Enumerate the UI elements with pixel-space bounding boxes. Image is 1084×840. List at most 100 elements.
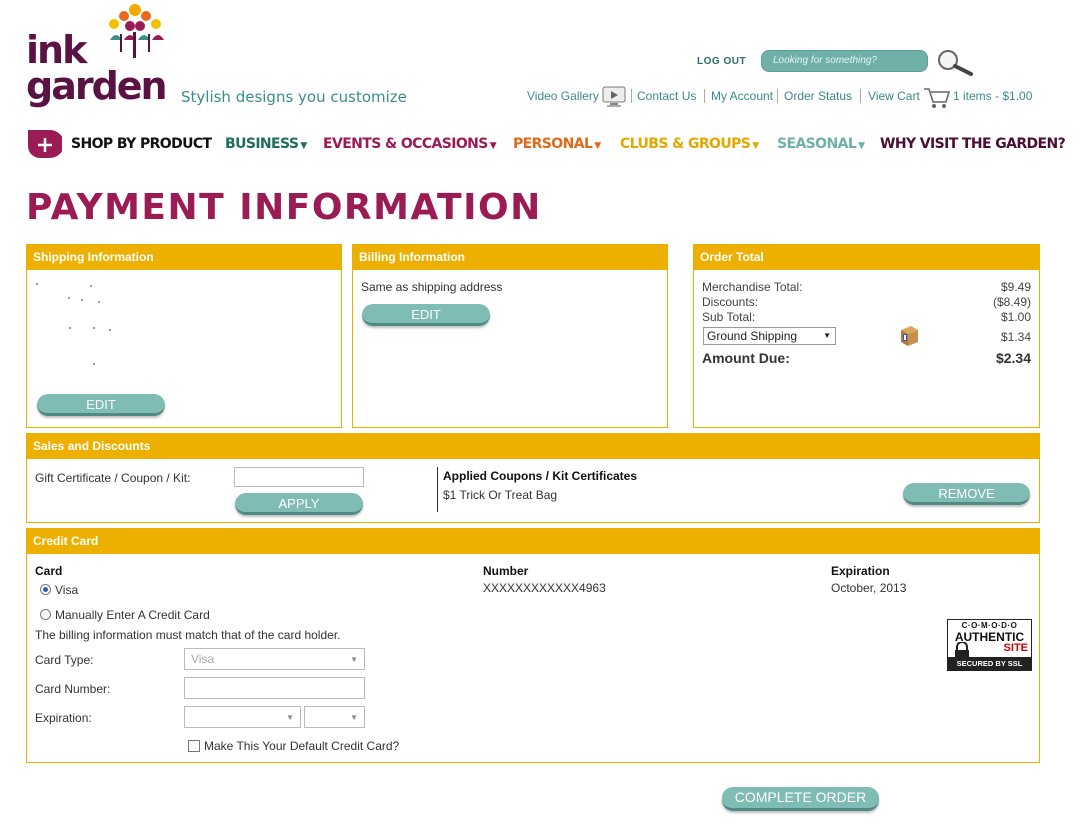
caret-down-icon: ▼ bbox=[858, 141, 865, 151]
shipping-method-value: Ground Shipping bbox=[707, 329, 798, 343]
card-number-input[interactable] bbox=[184, 677, 365, 699]
contact-us-link[interactable]: Contact Us bbox=[637, 89, 696, 103]
merchandise-total-row: Merchandise Total: $9.49 bbox=[702, 280, 1031, 294]
shipping-method-select[interactable]: Ground Shipping ▼ bbox=[703, 327, 836, 345]
nav-personal-label: PERSONAL bbox=[513, 136, 593, 152]
caret-down-icon: ▼ bbox=[300, 141, 307, 151]
link-divider bbox=[777, 89, 778, 103]
caret-down-icon: ▼ bbox=[489, 141, 497, 151]
credit-card-panel: Credit Card Card Number Expiration Visa … bbox=[26, 528, 1040, 763]
saved-card-option[interactable]: Visa bbox=[40, 583, 78, 597]
merchandise-total-value: $9.49 bbox=[1000, 280, 1031, 294]
cart-summary-link[interactable]: 1 items - $1.00 bbox=[953, 89, 1032, 103]
nav-clubs[interactable]: CLUBS & GROUPS ▼ bbox=[620, 136, 759, 152]
expiration-column-heading: Expiration bbox=[831, 564, 890, 578]
shipping-panel-header: Shipping Information bbox=[27, 245, 341, 270]
coupon-input[interactable] bbox=[234, 467, 364, 487]
select-arrow-icon: ▼ bbox=[286, 713, 294, 722]
logo-word-garden: garden bbox=[26, 64, 168, 108]
shopping-cart-icon[interactable] bbox=[923, 86, 951, 110]
plus-shop-icon[interactable] bbox=[26, 128, 62, 162]
nav-seasonal-label: SEASONAL bbox=[777, 136, 857, 152]
link-divider bbox=[860, 89, 861, 103]
main-nav: SHOP BY PRODUCT BUSINESS ▼ EVENTS & OCCAS… bbox=[26, 128, 1066, 162]
default-card-checkbox[interactable] bbox=[188, 740, 200, 752]
credit-card-header: Credit Card bbox=[27, 529, 1039, 554]
nav-seasonal[interactable]: SEASONAL ▼ bbox=[777, 136, 865, 152]
discounts-label: Discounts: bbox=[702, 295, 759, 309]
logout-link[interactable]: LOG OUT bbox=[697, 56, 746, 67]
amount-due-label: Amount Due: bbox=[702, 350, 790, 366]
order-total-panel: Order Total Merchandise Total: $9.49 Dis… bbox=[693, 244, 1040, 428]
caret-down-icon: ▼ bbox=[752, 141, 759, 151]
video-monitor-icon[interactable] bbox=[602, 86, 626, 108]
comodo-ssl-seal[interactable]: C·O·M·O·D·O AUTHENTIC SITE SECURED BY SS… bbox=[947, 619, 1032, 671]
ink-garden-logo[interactable]: ink garden bbox=[26, 2, 176, 112]
card-type-select[interactable]: Visa ▼ bbox=[184, 648, 365, 670]
default-card-option[interactable]: Make This Your Default Credit Card? bbox=[188, 739, 399, 753]
shipping-info-box-icon[interactable] bbox=[898, 324, 920, 348]
order-status-link[interactable]: Order Status bbox=[784, 89, 852, 103]
shipping-panel: Shipping Information EDIT bbox=[26, 244, 342, 428]
video-gallery-link[interactable]: Video Gallery bbox=[527, 89, 599, 103]
expiration-label: Expiration: bbox=[35, 711, 92, 725]
manual-card-option[interactable]: Manually Enter A Credit Card bbox=[40, 608, 210, 622]
billing-panel: Billing Information Same as shipping add… bbox=[352, 244, 668, 428]
default-card-label: Make This Your Default Credit Card? bbox=[204, 739, 400, 753]
remove-coupon-button[interactable]: REMOVE bbox=[903, 483, 1030, 505]
shipping-edit-button[interactable]: EDIT bbox=[37, 394, 165, 416]
billing-same-text: Same as shipping address bbox=[361, 280, 503, 294]
discounts-value: ($8.49) bbox=[992, 295, 1031, 309]
billing-match-note: The billing information must match that … bbox=[35, 628, 341, 642]
select-arrow-icon: ▼ bbox=[823, 331, 831, 340]
card-number-label: Card Number: bbox=[35, 682, 111, 696]
subtotal-value: $1.00 bbox=[1000, 310, 1031, 324]
card-column-heading: Card bbox=[35, 564, 63, 578]
amount-due-row: Amount Due: $2.34 bbox=[702, 350, 1031, 366]
expiration-month-select[interactable]: ▼ bbox=[184, 706, 301, 728]
saved-card-expiration: October, 2013 bbox=[831, 581, 907, 595]
manual-card-label: Manually Enter A Credit Card bbox=[55, 608, 210, 622]
expiration-year-select[interactable]: ▼ bbox=[304, 706, 365, 728]
saved-card-type: Visa bbox=[55, 583, 79, 597]
saved-card-radio[interactable] bbox=[40, 584, 51, 595]
search-input[interactable]: Looking for something? bbox=[761, 50, 928, 72]
magnifier-search-icon[interactable] bbox=[935, 49, 975, 77]
subtotal-row: Sub Total: $1.00 bbox=[702, 310, 1031, 324]
tagline: Stylish designs you customize bbox=[181, 88, 407, 106]
seal-brand: C·O·M·O·D·O bbox=[961, 621, 1018, 630]
page-title: PAYMENT INFORMATION bbox=[26, 187, 542, 228]
sales-discounts-panel: Sales and Discounts Gift Certificate / C… bbox=[26, 433, 1040, 523]
nav-why-visit[interactable]: WHY VISIT THE GARDEN? bbox=[880, 136, 1066, 152]
apply-button[interactable]: APPLY bbox=[235, 493, 363, 515]
nav-events-label: EVENTS & OCCASIONS bbox=[323, 136, 488, 152]
nav-shop-by-product[interactable]: SHOP BY PRODUCT bbox=[71, 136, 212, 152]
coupon-label: Gift Certificate / Coupon / Kit: bbox=[35, 471, 191, 485]
my-account-link[interactable]: My Account bbox=[711, 89, 773, 103]
select-arrow-icon: ▼ bbox=[350, 713, 358, 722]
nav-events[interactable]: EVENTS & OCCASIONS ▼ bbox=[323, 136, 497, 152]
flower-logo-icon bbox=[109, 4, 164, 58]
applied-coupon-item: $1 Trick Or Treat Bag bbox=[443, 488, 558, 502]
saved-card-number: XXXXXXXXXXXX4963 bbox=[483, 581, 606, 595]
manual-card-radio[interactable] bbox=[40, 609, 51, 620]
billing-edit-button[interactable]: EDIT bbox=[362, 304, 490, 326]
sales-discounts-header: Sales and Discounts bbox=[27, 434, 1039, 459]
view-cart-link[interactable]: View Cart bbox=[868, 89, 920, 103]
amount-due-value: $2.34 bbox=[995, 350, 1031, 366]
merchandise-total-label: Merchandise Total: bbox=[702, 280, 803, 294]
link-divider bbox=[631, 89, 632, 103]
coupon-divider bbox=[437, 467, 438, 512]
nav-business-label: BUSINESS bbox=[225, 136, 299, 152]
applied-coupons-heading: Applied Coupons / Kit Certificates bbox=[443, 469, 638, 483]
number-column-heading: Number bbox=[483, 564, 529, 578]
order-total-header: Order Total bbox=[694, 245, 1039, 270]
nav-business[interactable]: BUSINESS ▼ bbox=[225, 136, 307, 152]
nav-clubs-label: CLUBS & GROUPS bbox=[620, 136, 751, 152]
caret-down-icon: ▼ bbox=[594, 141, 601, 151]
complete-order-button[interactable]: COMPLETE ORDER bbox=[722, 787, 879, 811]
padlock-icon bbox=[955, 642, 969, 658]
seal-secured: SECURED BY SSL bbox=[948, 657, 1031, 670]
select-arrow-icon: ▼ bbox=[350, 655, 358, 664]
nav-personal[interactable]: PERSONAL ▼ bbox=[513, 136, 601, 152]
